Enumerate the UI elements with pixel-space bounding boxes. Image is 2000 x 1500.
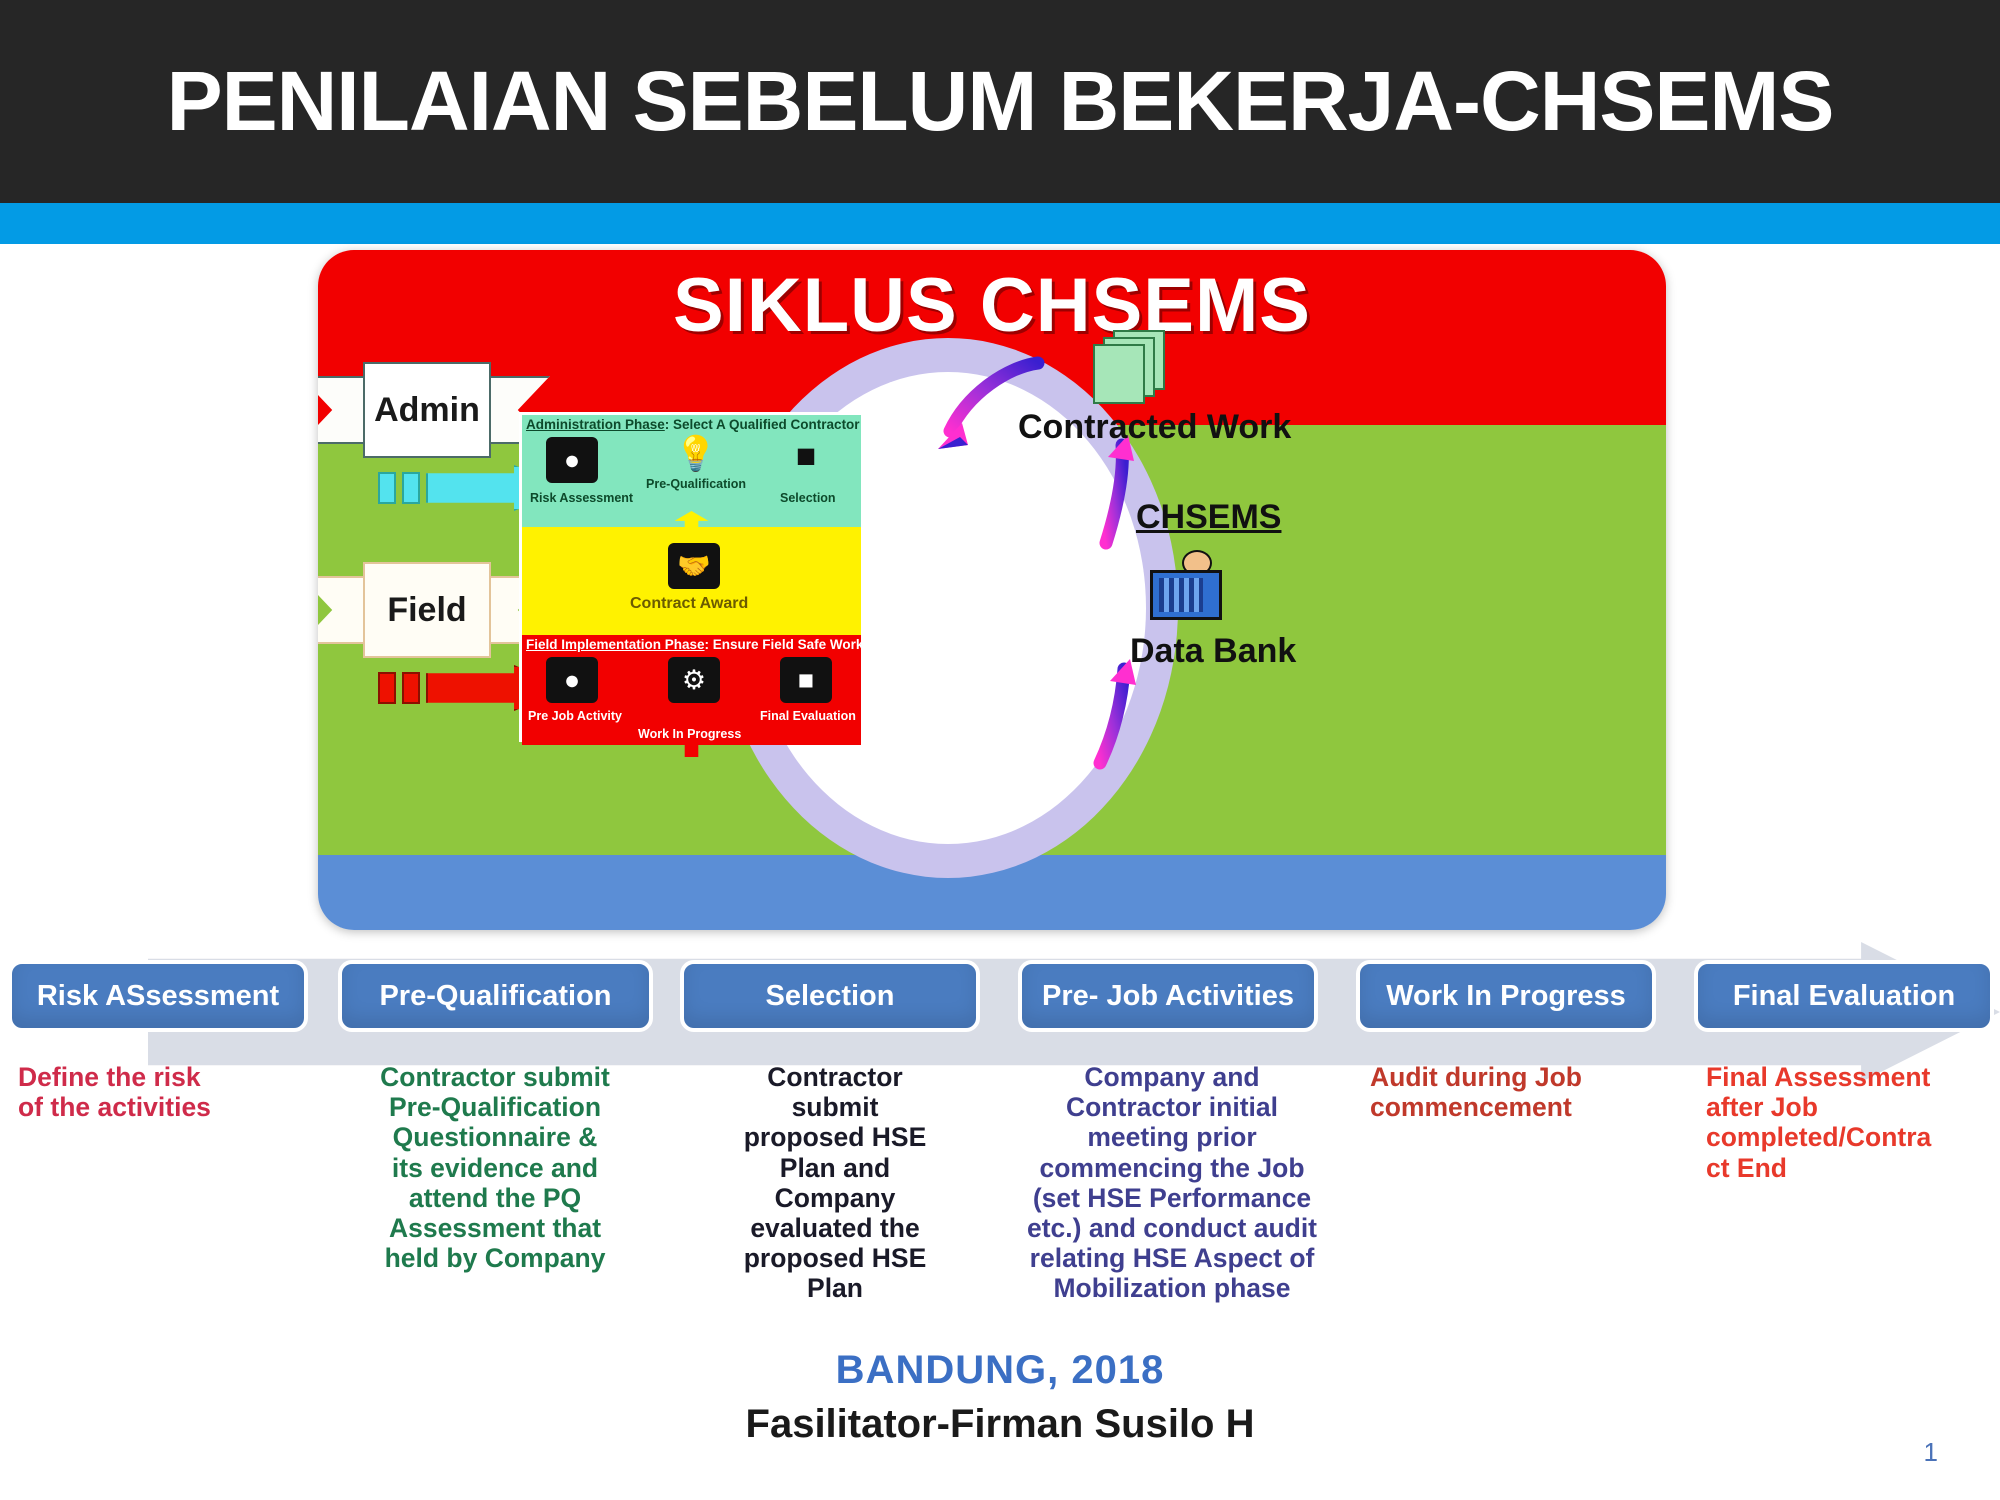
field-phase-heading-underlined: Field Implementation Phase <box>526 637 705 652</box>
contract-award-section: 🤝 Contract Award <box>522 527 861 757</box>
work-in-progress-label: Work In Progress <box>638 727 742 741</box>
head-profile-icon: ● <box>546 657 598 703</box>
contracted-work-label: Contracted Work <box>1018 408 1292 446</box>
phase-panel: Administration Phase: Select A Qualified… <box>519 412 864 757</box>
process-desc-pre-job-activities: Company and Contractor initial meeting p… <box>1026 1062 1318 1304</box>
footer-city-year: BANDUNG, 2018 <box>835 1348 1165 1392</box>
accent-divider <box>0 203 2000 244</box>
pre-job-activity-label: Pre Job Activity <box>528 709 623 723</box>
process-step-selection[interactable]: Selection <box>680 960 980 1032</box>
process-step-work-in-progress[interactable]: Work In Progress <box>1356 960 1656 1032</box>
process-desc-final-evaluation: Final Assessment after Job completed/Con… <box>1706 1062 1932 1183</box>
field-ribbon: Field <box>318 562 550 658</box>
podium-icon: ■ <box>795 436 817 475</box>
process-step-final-evaluation[interactable]: Final Evaluation <box>1694 960 1994 1032</box>
administration-phase-heading: Administration Phase: Select A Qualified… <box>526 417 860 432</box>
pre-qualification-label: Pre-Qualification <box>646 477 747 491</box>
selection-label: Selection <box>780 491 836 505</box>
administration-phase-heading-rest: : Select A Qualified Contractor <box>664 417 860 432</box>
admin-ribbon: Admin <box>318 362 550 458</box>
administration-phase-heading-underlined: Administration Phase <box>526 417 665 432</box>
field-phase-heading-rest: : Ensure Field Safe Work <box>704 637 864 652</box>
page-title: PENILAIAN SEBELUM BEKERJA-CHSEMS <box>166 54 1835 148</box>
page-number: 1 <box>1923 1437 1938 1467</box>
siklus-chsems-diagram: SIKLUS CHSEMS Admin Field Administration… <box>318 250 1666 930</box>
admin-ribbon-label: Admin <box>363 362 491 458</box>
process-desc-risk-assessment: Define the risk of the activities <box>18 1062 211 1123</box>
footer-facilitator: Fasilitator-Firman Susilo H <box>745 1402 1255 1446</box>
process-step-risk-assessment[interactable]: Risk ASsessment <box>8 960 308 1032</box>
process-desc-pre-qualification: Contractor submit Pre-Qualification Ques… <box>380 1062 610 1274</box>
process-step-pre-qualification[interactable]: Pre-Qualification <box>338 960 653 1032</box>
process-desc-work-in-progress: Audit during Job commencement <box>1370 1062 1582 1123</box>
final-evaluation-label: Final Evaluation <box>760 709 856 723</box>
process-desc-selection: Contractor submit proposed HSE Plan and … <box>743 1062 927 1304</box>
documents-icon <box>1093 330 1165 404</box>
field-implementation-phase-section: Field Implementation Phase: Ensure Field… <box>522 635 863 745</box>
data-bank-label: Data Bank <box>1130 632 1297 670</box>
lightbulb-icon: 💡 <box>674 435 718 473</box>
diagram-title: SIKLUS CHSEMS <box>673 263 1311 348</box>
risk-assessment-label: Risk Assessment <box>530 491 634 505</box>
data-bank-icon <box>1146 550 1226 624</box>
field-ribbon-label: Field <box>363 562 491 658</box>
report-pen-icon: ■ <box>780 657 832 703</box>
handshake-icon: 🤝 <box>668 543 720 589</box>
crystal-ball-icon: ● <box>546 437 598 483</box>
cycle-arrow-right-upper-icon <box>1099 435 1134 550</box>
cycle-arrow-top-icon <box>938 356 1045 449</box>
process-step-pre-job-activities[interactable]: Pre- Job Activities <box>1018 960 1318 1032</box>
chsems-label: CHSEMS <box>1136 498 1282 536</box>
administration-phase-section: Administration Phase: Select A Qualified… <box>522 415 861 537</box>
cycle-arrow-right-lower-icon <box>1093 659 1136 770</box>
gears-icon: ⚙ <box>668 657 720 703</box>
field-phase-heading: Field Implementation Phase: Ensure Field… <box>526 637 863 652</box>
contract-award-label: Contract Award <box>630 595 749 612</box>
